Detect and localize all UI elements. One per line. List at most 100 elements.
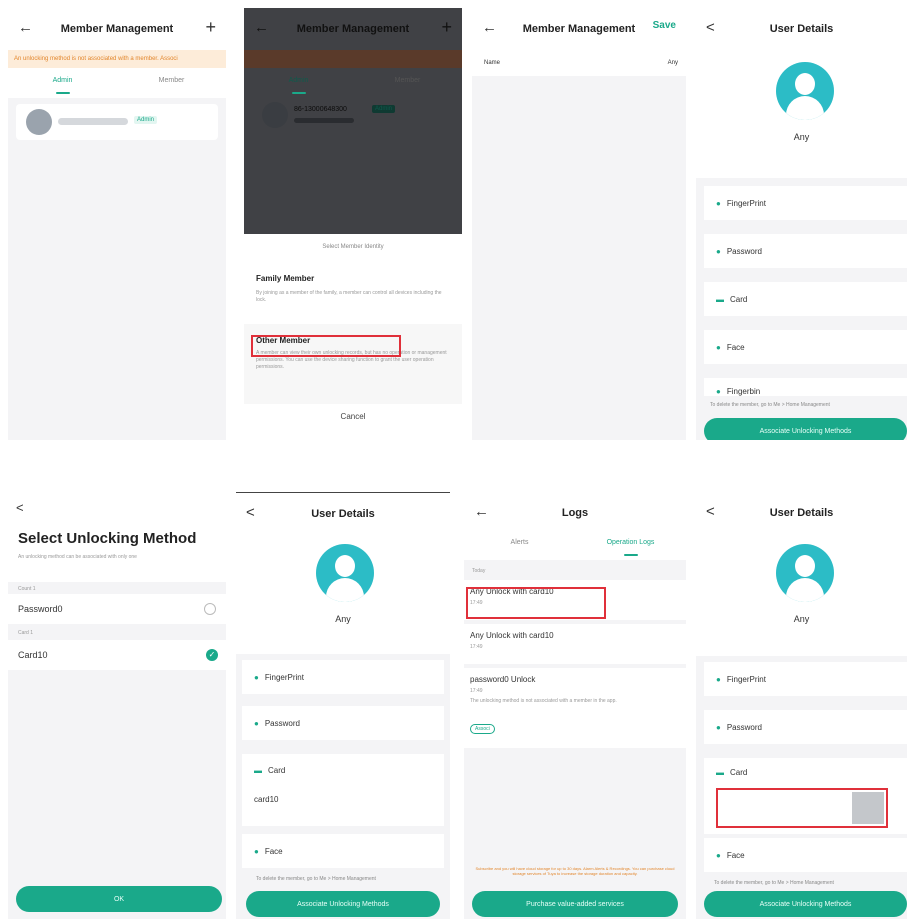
- option-label: Password0: [18, 604, 63, 614]
- method-fingerprint[interactable]: ● FingerPrint: [704, 186, 907, 220]
- tab-admin[interactable]: Admin: [244, 68, 353, 98]
- method-face[interactable]: ● Face: [704, 838, 907, 872]
- family-member-title: Family Member: [256, 274, 315, 283]
- card-icon: ▬: [716, 768, 724, 777]
- header: ← Member Management Save: [472, 8, 686, 50]
- page-title: User Details: [769, 507, 834, 519]
- method-face[interactable]: ● Face: [242, 834, 444, 868]
- dim-overlay: ← Member Management + . Admin Member 86-…: [244, 8, 462, 234]
- radio-checked-icon[interactable]: ✓: [206, 649, 218, 661]
- member-tabs: Admin Member: [244, 68, 462, 98]
- screen-user-details-associating: < User Details Any ● FingerPrint ● Passwor…: [696, 492, 907, 919]
- back-arrow-icon[interactable]: ←: [18, 19, 36, 37]
- radio-unchecked[interactable]: [204, 603, 216, 615]
- method-password[interactable]: ● Password: [704, 710, 907, 744]
- highlight-box: [251, 335, 401, 357]
- member-phone: 86-13000648300: [294, 106, 347, 113]
- warning-banner: .: [244, 50, 462, 68]
- tab-admin[interactable]: Admin: [8, 68, 117, 98]
- warning-banner[interactable]: An unlocking method is not associated wi…: [8, 50, 226, 68]
- page-title: Logs: [561, 507, 589, 519]
- blurred-name: [58, 118, 128, 125]
- tab-alerts[interactable]: Alerts: [464, 530, 575, 560]
- screen-user-details-card: < User Details Any ● FingerPrint ● Passwor…: [236, 492, 450, 919]
- header: ← Member Management +: [8, 8, 226, 50]
- associate-pill-button[interactable]: Associ: [470, 724, 495, 734]
- back-arrow-icon[interactable]: ←: [474, 503, 492, 521]
- purchase-services-button[interactable]: Purchase value-added services: [472, 891, 678, 917]
- method-label: Card: [268, 766, 286, 775]
- associate-methods-button[interactable]: Associate Unlocking Methods: [704, 891, 907, 917]
- method-password[interactable]: ● Password: [704, 234, 907, 268]
- delete-hint: To delete the member, go to Me > Home Ma…: [714, 880, 834, 886]
- log-item[interactable]: Any Unlock with card10 17:49: [464, 624, 686, 664]
- profile-area: Any: [696, 534, 907, 656]
- header: ← Logs: [464, 492, 686, 534]
- highlight-box: [466, 587, 606, 619]
- family-member-option[interactable]: Family Member By joining as a member of …: [244, 264, 462, 320]
- method-label: FingerPrint: [726, 674, 766, 684]
- tab-member[interactable]: Member: [117, 68, 226, 98]
- option-password0[interactable]: Password0: [8, 594, 226, 624]
- member-tabs: Admin Member: [8, 68, 226, 98]
- identity-sheet: Select Member Identity Family Member By …: [244, 234, 462, 440]
- name-field-row[interactable]: Name Any: [472, 50, 686, 76]
- page-title: Member Management: [296, 23, 410, 35]
- method-card[interactable]: ▬ Card card10: [242, 754, 444, 826]
- method-label: Card: [730, 294, 748, 304]
- associate-methods-button[interactable]: Associate Unlocking Methods: [704, 418, 907, 440]
- member-card[interactable]: Admin: [16, 104, 218, 140]
- save-button[interactable]: Save: [653, 20, 676, 31]
- log-note: The unlocking method is not associated w…: [470, 698, 617, 704]
- method-card[interactable]: ▬ Card: [704, 282, 907, 316]
- ok-button[interactable]: OK: [16, 886, 222, 912]
- page-title: Member Management: [522, 23, 636, 35]
- admin-badge: Admin: [372, 105, 396, 113]
- fingerprint-icon: ●: [254, 672, 259, 682]
- screenshot-collage: ← Member Management + An unlocking metho…: [0, 0, 907, 919]
- back-chevron-icon[interactable]: <: [706, 19, 724, 37]
- header: < Select Unlocking Method An unlocking m…: [8, 492, 226, 582]
- cancel-button[interactable]: Cancel: [244, 412, 462, 421]
- cloud-notice: Subscribe and you will have cloud storag…: [475, 866, 675, 876]
- action-placeholder[interactable]: [852, 792, 884, 824]
- back-arrow-icon[interactable]: ←: [254, 19, 272, 37]
- method-label: Password: [264, 718, 300, 728]
- method-fingerprint[interactable]: ● FingerPrint: [242, 660, 444, 694]
- option-card10[interactable]: Card10 ✓: [8, 640, 226, 670]
- method-face[interactable]: ● Face: [704, 330, 907, 364]
- fingerbin-icon: ●: [716, 387, 721, 396]
- page-subtitle: An unlocking method can be associated wi…: [18, 554, 137, 560]
- screen-select-unlocking: < Select Unlocking Method An unlocking m…: [8, 492, 226, 919]
- method-label: FingerPrint: [726, 198, 766, 208]
- tab-member[interactable]: Member: [353, 68, 462, 98]
- page-title: Select Unlocking Method: [18, 530, 197, 547]
- back-chevron-icon[interactable]: <: [706, 503, 724, 521]
- method-label: Password: [726, 246, 762, 256]
- method-password[interactable]: ● Password: [242, 706, 444, 740]
- password-icon: ●: [254, 718, 259, 728]
- log-item[interactable]: password0 Unlock 17:49 The unlocking met…: [464, 668, 686, 748]
- associate-methods-button[interactable]: Associate Unlocking Methods: [246, 891, 440, 917]
- card-value[interactable]: card10: [254, 795, 278, 804]
- member-card[interactable]: 86-13000648300 Admin: [254, 96, 452, 136]
- face-icon: ●: [716, 342, 721, 352]
- method-fingerbin[interactable]: ● Fingerbin: [704, 378, 907, 396]
- fingerprint-icon: ●: [716, 674, 721, 684]
- add-member-icon[interactable]: +: [441, 17, 452, 38]
- back-chevron-icon[interactable]: <: [16, 500, 24, 515]
- tab-operation-logs[interactable]: Operation Logs: [575, 530, 686, 560]
- screen-logs: ← Logs Alerts Operation Logs Today Any U…: [464, 492, 686, 919]
- back-chevron-icon[interactable]: <: [246, 504, 264, 522]
- method-fingerprint[interactable]: ● FingerPrint: [704, 662, 907, 696]
- screen-user-details: < User Details Any ● FingerPrint ● Passwor…: [696, 8, 907, 440]
- log-tabs: Alerts Operation Logs: [464, 530, 686, 560]
- log-text: password0 Unlock: [470, 675, 536, 684]
- card-header: ▬ Card: [254, 766, 285, 775]
- name-label: Name: [484, 60, 501, 66]
- back-arrow-icon[interactable]: ←: [482, 19, 500, 37]
- card-icon: ▬: [254, 766, 262, 775]
- card-icon: ▬: [716, 294, 724, 304]
- add-member-icon[interactable]: +: [205, 17, 216, 38]
- header: ← Member Management +: [244, 8, 462, 50]
